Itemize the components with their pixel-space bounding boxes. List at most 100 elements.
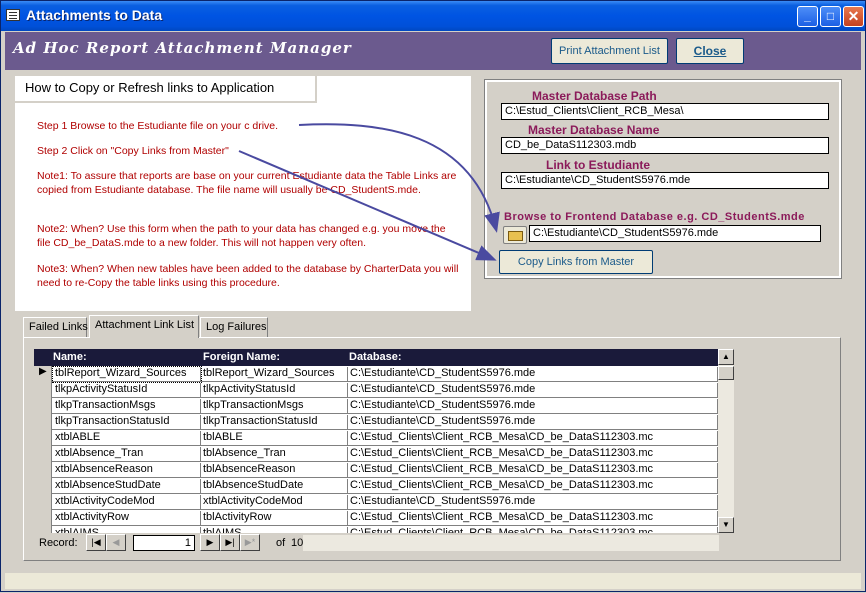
tab-log-failures[interactable]: Log Failures (200, 317, 268, 337)
foreign-name-cell[interactable]: tblReport_Wizard_Sources (201, 367, 348, 382)
browse-folder-button[interactable] (503, 226, 527, 244)
step-2-text: Step 2 Click on "Copy Links from Master" (37, 145, 229, 157)
foreign-name-cell[interactable]: tblAbsenceStudDate (201, 479, 348, 494)
app-window: Attachments to Data _ □ ✕ Ad Hoc Report … (0, 0, 866, 592)
next-record-icon[interactable]: ▶ (200, 534, 220, 551)
folder-icon (508, 231, 523, 241)
form-header: Ad Hoc Report Attachment Manager Print A… (5, 32, 861, 70)
foreign-name-cell[interactable]: tlkpTransactionStatusId (201, 415, 348, 430)
prev-record-icon[interactable]: ◀ (106, 534, 126, 551)
master-path-field[interactable]: C:\Estud_Clients\Client_RCB_Mesa\ (501, 103, 829, 120)
app-brand-title: Ad Hoc Report Attachment Manager (13, 39, 352, 57)
table-row[interactable]: tlkpTransactionMsgs tlkpTransactionMsgs C:… (34, 398, 718, 414)
scroll-down-icon[interactable]: ▼ (718, 517, 734, 533)
col-database-header[interactable]: Database: (349, 351, 402, 363)
database-cell[interactable]: C:\Estudiante\CD_StudentS5976.mde (348, 495, 718, 510)
attachment-grid: Name: Foreign Name: Database: ▶ tblReport… (34, 349, 718, 533)
table-row[interactable]: xtblAbsenceReason tblAbsenceReason C:\Estu… (34, 462, 718, 478)
col-foreign-name-header[interactable]: Foreign Name: (203, 351, 280, 363)
name-cell[interactable]: xtblAbsence_Tran (53, 447, 201, 462)
close-button[interactable]: Close (676, 38, 744, 64)
master-path-label: Master Database Path (532, 89, 657, 103)
name-cell[interactable]: xtblABLE (53, 431, 201, 446)
tab-attachment-link-list[interactable]: Attachment Link List (89, 315, 199, 338)
database-cell[interactable]: C:\Estud_Clients\Client_RCB_Mesa\CD_be_D… (348, 431, 718, 446)
link-label: Link to Estudiante (546, 158, 651, 172)
record-selector[interactable] (34, 446, 52, 462)
print-attachment-list-button[interactable]: Print Attachment List (551, 38, 668, 64)
browse-field[interactable]: C:\Estudiante\CD_StudentS5976.mde (529, 225, 821, 242)
record-selector[interactable] (34, 398, 52, 414)
first-record-icon[interactable]: |◀ (86, 534, 106, 551)
new-record-icon[interactable]: ▶* (240, 534, 260, 551)
database-cell[interactable]: C:\Estud_Clients\Client_RCB_Mesa\CD_be_D… (348, 463, 718, 478)
master-name-field[interactable]: CD_be_DataS112303.mdb (501, 137, 829, 154)
foreign-name-cell[interactable]: tblActivityRow (201, 511, 348, 526)
table-row[interactable]: xtblAIMS tblAIMS C:\Estud_Clients\Client_R… (34, 526, 718, 533)
foreign-name-cell[interactable]: tlkpActivityStatusId (201, 383, 348, 398)
scroll-up-icon[interactable]: ▲ (718, 349, 734, 365)
of-label: of (276, 537, 286, 549)
database-cell[interactable]: C:\Estudiante\CD_StudentS5976.mde (348, 383, 718, 398)
grid-horizontal-scrollbar[interactable] (303, 535, 719, 551)
table-row[interactable]: xtblActivityCodeMod xtblActivityCodeMod C:… (34, 494, 718, 510)
record-label: Record: (39, 537, 78, 549)
record-selector[interactable] (34, 510, 52, 526)
record-selector[interactable] (34, 414, 52, 430)
step-1-text: Step 1 Browse to the Estudiante file on … (37, 120, 279, 132)
name-cell[interactable]: xtblAbsenceReason (53, 463, 201, 478)
scroll-thumb[interactable] (718, 366, 734, 380)
name-cell[interactable]: tlkpTransactionMsgs (53, 399, 201, 414)
minimize-icon[interactable]: _ (797, 6, 818, 27)
database-cell[interactable]: C:\Estudiante\CD_StudentS5976.mde (348, 367, 718, 382)
master-name-label: Master Database Name (528, 123, 660, 137)
note-2-text: Note2: When? Use this form when the path… (37, 223, 446, 249)
note-1-text: Note1: To assure that reports are base o… (37, 170, 457, 196)
browse-label: Browse to Frontend Database e.g. CD_Stud… (504, 211, 805, 223)
table-row[interactable]: xtblABLE tblABLE C:\Estud_Clients\Client_R… (34, 430, 718, 446)
table-row[interactable]: xtblAbsence_Tran tblAbsence_Tran C:\Estud_… (34, 446, 718, 462)
current-record-field[interactable]: 1 (133, 535, 195, 551)
table-row[interactable]: xtblActivityRow tblActivityRow C:\Estud_Cl… (34, 510, 718, 526)
title-bar[interactable]: Attachments to Data _ □ ✕ (1, 1, 865, 31)
name-cell[interactable]: tblReport_Wizard_Sources (52, 366, 202, 383)
record-selector[interactable] (34, 478, 52, 494)
record-selector[interactable] (34, 526, 52, 533)
record-selector[interactable] (34, 430, 52, 446)
name-cell[interactable]: xtblActivityRow (53, 511, 201, 526)
last-record-icon[interactable]: ▶| (220, 534, 240, 551)
record-selector[interactable] (34, 494, 52, 510)
name-cell[interactable]: xtblActivityCodeMod (53, 495, 201, 510)
col-name-header[interactable]: Name: (53, 351, 87, 363)
table-row[interactable]: tlkpTransactionStatusId tlkpTransactionSt… (34, 414, 718, 430)
record-selector[interactable] (34, 382, 52, 398)
copy-links-button[interactable]: Copy Links from Master (499, 250, 653, 274)
form-icon[interactable] (6, 9, 20, 21)
instructions-panel: How to Copy or Refresh links to Applicat… (15, 76, 471, 311)
database-cell[interactable]: C:\Estud_Clients\Client_RCB_Mesa\CD_be_D… (348, 447, 718, 462)
name-cell[interactable]: tlkpTransactionStatusId (53, 415, 201, 430)
record-selector[interactable]: ▶ (34, 366, 52, 382)
database-cell[interactable]: C:\Estudiante\CD_StudentS5976.mde (348, 415, 718, 430)
grid-vertical-scrollbar[interactable]: ▲ ▼ (718, 349, 734, 533)
foreign-name-cell[interactable]: tblAbsence_Tran (201, 447, 348, 462)
foreign-name-cell[interactable]: tblABLE (201, 431, 348, 446)
database-cell[interactable]: C:\Estudiante\CD_StudentS5976.mde (348, 399, 718, 414)
foreign-name-cell[interactable]: tblAbsenceReason (201, 463, 348, 478)
table-row[interactable]: ▶ tblReport_Wizard_Sources tblReport_Wizar… (34, 366, 718, 383)
table-row[interactable]: tlkpActivityStatusId tlkpActivityStatusId… (34, 382, 718, 398)
link-field[interactable]: C:\Estudiante\CD_StudentS5976.mde (501, 172, 829, 189)
close-icon[interactable]: ✕ (843, 6, 864, 27)
tab-failed-links[interactable]: Failed Links (23, 317, 88, 337)
record-selector[interactable] (34, 462, 52, 478)
database-cell[interactable]: C:\Estud_Clients\Client_RCB_Mesa\CD_be_D… (348, 479, 718, 494)
table-row[interactable]: xtblAbsenceStudDate tblAbsenceStudDate C:\… (34, 478, 718, 494)
database-cell[interactable]: C:\Estud_Clients\Client_RCB_Mesa\CD_be_D… (348, 511, 718, 526)
maximize-icon[interactable]: □ (820, 6, 841, 27)
foreign-name-cell[interactable]: xtblActivityCodeMod (201, 495, 348, 510)
note-3-text: Note3: When? When new tables have been a… (37, 263, 459, 289)
status-bar (5, 573, 861, 589)
name-cell[interactable]: xtblAbsenceStudDate (53, 479, 201, 494)
name-cell[interactable]: tlkpActivityStatusId (53, 383, 201, 398)
foreign-name-cell[interactable]: tlkpTransactionMsgs (201, 399, 348, 414)
